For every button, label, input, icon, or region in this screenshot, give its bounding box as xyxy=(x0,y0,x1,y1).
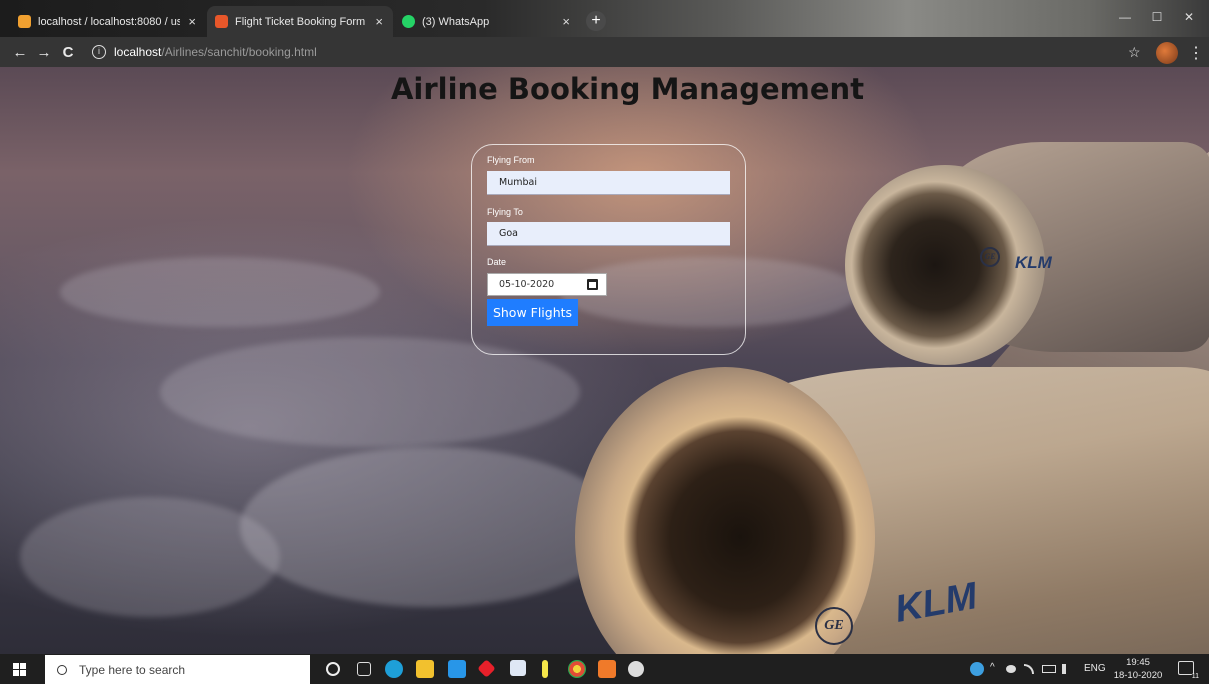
edge-browser-icon[interactable] xyxy=(385,660,403,678)
calendar-icon[interactable] xyxy=(587,279,598,290)
notification-count-badge: 11 xyxy=(1190,673,1200,680)
whatsapp-favicon-icon xyxy=(402,15,415,28)
cloud-sync-icon[interactable] xyxy=(1006,665,1016,673)
tab-close-icon[interactable]: × xyxy=(562,14,570,29)
taskbar-search-input[interactable]: Type here to search xyxy=(45,655,310,684)
url-host: localhost xyxy=(114,45,162,59)
bookmark-star-icon[interactable]: ☆ xyxy=(1128,44,1141,61)
git-tool-icon[interactable] xyxy=(477,659,496,678)
file-explorer-icon[interactable] xyxy=(416,660,434,678)
help-icon[interactable] xyxy=(970,662,984,676)
minimize-button[interactable]: — xyxy=(1110,6,1140,28)
store-icon[interactable] xyxy=(448,660,466,678)
start-windows-icon[interactable] xyxy=(13,663,26,676)
browser-tab-strip: localhost / localhost:8080 / user × Flig… xyxy=(0,0,1209,37)
forward-button[interactable]: → xyxy=(32,44,56,61)
reload-button[interactable]: C xyxy=(56,44,80,61)
dropbox-icon[interactable] xyxy=(510,660,526,676)
window-close-button[interactable]: ✕ xyxy=(1174,6,1204,28)
maximize-button[interactable]: ☐ xyxy=(1142,6,1172,28)
ge-logo: GE xyxy=(980,247,1000,267)
lightning-app-icon[interactable] xyxy=(542,660,548,678)
klm-logo: KLM xyxy=(1015,253,1052,272)
date-label: Date xyxy=(487,257,507,267)
tab-flight-booking[interactable]: Flight Ticket Booking Form × xyxy=(207,6,393,37)
speaker-icon[interactable] xyxy=(1062,664,1072,674)
site-info-icon[interactable]: i xyxy=(92,45,106,59)
address-bar[interactable]: i localhost/Airlines/sanchit/booking.htm… xyxy=(92,41,1132,63)
language-indicator[interactable]: ENG xyxy=(1084,663,1106,674)
wifi-icon[interactable] xyxy=(1024,664,1034,674)
flying-to-label: Flying To xyxy=(487,207,523,217)
chrome-icon[interactable] xyxy=(568,660,586,678)
windows-taskbar: Type here to search ^ ENG 19:45 18-10-20… xyxy=(0,654,1209,684)
date-input[interactable]: 05-10-2020 xyxy=(487,273,607,296)
flight-favicon-icon xyxy=(215,15,228,28)
app-icon[interactable] xyxy=(628,661,644,677)
tab-close-icon[interactable]: × xyxy=(188,14,196,29)
tray-arrow-icon[interactable]: ^ xyxy=(990,662,995,673)
tab-localhost[interactable]: localhost / localhost:8080 / user × xyxy=(10,6,206,37)
browser-menu-icon[interactable]: ⋮ xyxy=(1188,43,1204,63)
flying-from-input[interactable]: Mumbai xyxy=(487,171,730,195)
flying-from-label: Flying From xyxy=(487,155,535,165)
tab-close-icon[interactable]: × xyxy=(375,14,383,29)
page-title: Airline Booking Management xyxy=(390,72,865,106)
cortana-icon[interactable] xyxy=(326,662,340,676)
new-tab-button[interactable]: + xyxy=(586,11,606,31)
cloud-decoration xyxy=(240,447,620,607)
system-clock[interactable]: 19:45 18-10-2020 xyxy=(1112,656,1164,682)
back-button[interactable]: ← xyxy=(8,44,32,61)
tab-whatsapp[interactable]: (3) WhatsApp × xyxy=(394,6,580,37)
search-icon xyxy=(57,664,67,675)
profile-avatar[interactable] xyxy=(1156,42,1178,64)
clock-date: 18-10-2020 xyxy=(1113,670,1163,681)
task-view-icon[interactable] xyxy=(357,662,371,676)
clock-time: 19:45 xyxy=(1126,657,1150,668)
battery-icon[interactable] xyxy=(1042,665,1056,673)
xampp-icon[interactable] xyxy=(598,660,616,678)
date-value: 05-10-2020 xyxy=(499,279,555,290)
ge-logo: GE xyxy=(815,607,853,645)
url-path: /Airlines/sanchit/booking.html xyxy=(161,45,317,59)
tab-label: (3) WhatsApp xyxy=(422,15,490,28)
flying-to-input[interactable]: Goa xyxy=(487,222,730,246)
tab-label: localhost / localhost:8080 / user xyxy=(38,15,181,28)
tab-label: Flight Ticket Booking Form xyxy=(235,15,366,28)
cloud-decoration xyxy=(20,497,280,617)
phpmyadmin-favicon-icon xyxy=(18,15,31,28)
search-placeholder: Type here to search xyxy=(79,662,186,677)
action-center-icon[interactable]: 11 xyxy=(1178,661,1200,680)
show-flights-button[interactable]: Show Flights xyxy=(487,299,578,326)
cloud-decoration xyxy=(60,257,380,327)
